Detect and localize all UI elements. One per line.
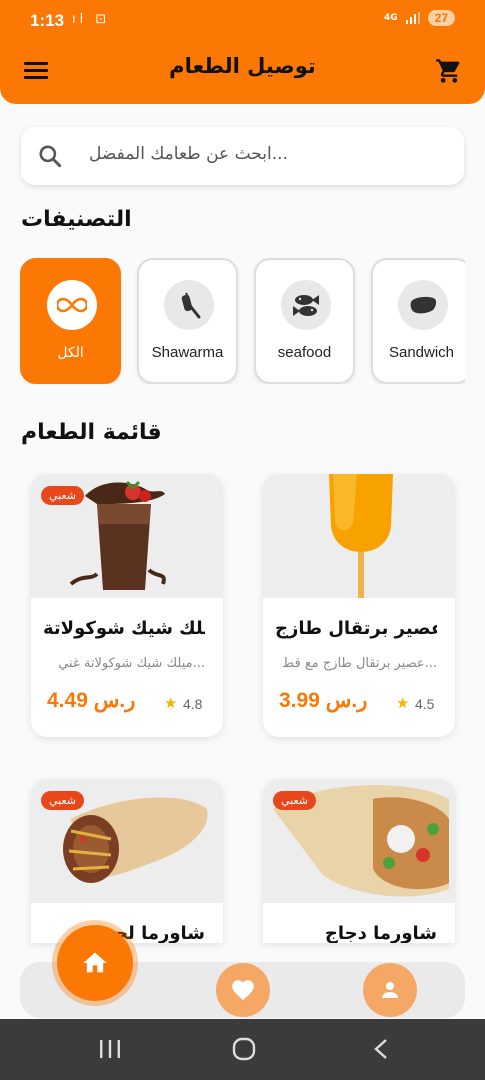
category-seafood[interactable]: seafood xyxy=(254,258,355,384)
category-label: Sandwich xyxy=(388,344,455,361)
back-icon[interactable] xyxy=(372,1038,390,1060)
nav-favorites-button[interactable] xyxy=(216,963,270,1017)
battery-indicator: 27 xyxy=(427,10,455,26)
menu-item-card[interactable]: عصير برتقال طازج ...عصير برتقال طازج مع … xyxy=(263,474,455,737)
star-icon: ★ xyxy=(396,694,410,712)
item-name: ميلك شيك شوكولاتة xyxy=(43,618,205,639)
menu-item-card[interactable]: شعبي شاورما لحم xyxy=(31,779,223,943)
nav-profile-button[interactable] xyxy=(363,963,417,1017)
menu-item-card[interactable]: شعبي شاورما دجاج xyxy=(263,779,455,943)
category-all[interactable]: الكل xyxy=(20,258,121,384)
search-bar[interactable]: ...ابحث عن طعامك المفضل xyxy=(21,127,464,185)
item-name: عصير برتقال طازج xyxy=(275,618,437,639)
system-nav-bar xyxy=(0,1019,485,1080)
popular-badge: شعبي xyxy=(41,486,85,505)
signal-icon xyxy=(405,12,420,24)
infinity-icon xyxy=(47,280,97,330)
popular-badge: شعبي xyxy=(273,791,317,810)
categories-list: الكل Shawarma seafood Sandwich xyxy=(20,258,465,384)
item-price: 4.49 ر.س xyxy=(47,689,136,712)
bread-icon xyxy=(398,280,448,330)
shopping-cart-icon[interactable] xyxy=(435,57,463,85)
status-time: 1:13 xyxy=(30,11,65,30)
item-description: ...عصير برتقال طازج مع قط xyxy=(282,656,437,671)
status-right-icons: 4G 27 xyxy=(384,10,455,26)
categories-heading: التصنيفات xyxy=(21,207,132,232)
category-label: الكل xyxy=(57,344,84,360)
app-bar: توصيل الطعام xyxy=(0,42,485,104)
food-image xyxy=(263,474,455,598)
search-icon xyxy=(39,145,62,168)
category-shawarma[interactable]: Shawarma xyxy=(137,258,238,384)
item-description: ...ميلك شيك شوكولاتة غني xyxy=(58,656,205,671)
heart-icon xyxy=(232,980,254,1001)
menu-item-card[interactable]: شعبي ميلك شيك شوكولاتة ...ميلك شيك شوكول… xyxy=(31,474,223,737)
category-sandwich[interactable]: Sandwich xyxy=(371,258,465,384)
person-icon xyxy=(382,982,398,998)
home-system-icon[interactable] xyxy=(232,1037,256,1061)
item-rating: 4.5 xyxy=(415,696,435,712)
fish-icon xyxy=(281,280,331,330)
menu-heading: قائمة الطعام xyxy=(21,420,162,445)
nav-home-button[interactable] xyxy=(57,925,133,1001)
page-title: توصيل الطعام xyxy=(169,54,316,78)
category-label: seafood xyxy=(277,344,332,361)
recent-apps-icon[interactable] xyxy=(99,1039,121,1059)
status-left-icons: ıl ⊡ xyxy=(72,12,111,27)
search-input[interactable]: ...ابحث عن طعامك المفضل xyxy=(89,144,444,164)
popular-badge: شعبي xyxy=(41,791,85,810)
shawarma-icon xyxy=(164,280,214,330)
status-bar: 1:13 ıl ⊡ 4G 27 xyxy=(0,0,485,42)
item-price: 3.99 ر.س xyxy=(279,689,368,712)
item-name: شاورما دجاج xyxy=(324,923,437,943)
category-label: Shawarma xyxy=(151,344,224,361)
home-icon xyxy=(83,952,107,973)
item-rating: 4.8 xyxy=(183,696,203,712)
network-label: 4G xyxy=(383,13,398,23)
star-icon: ★ xyxy=(164,694,178,712)
